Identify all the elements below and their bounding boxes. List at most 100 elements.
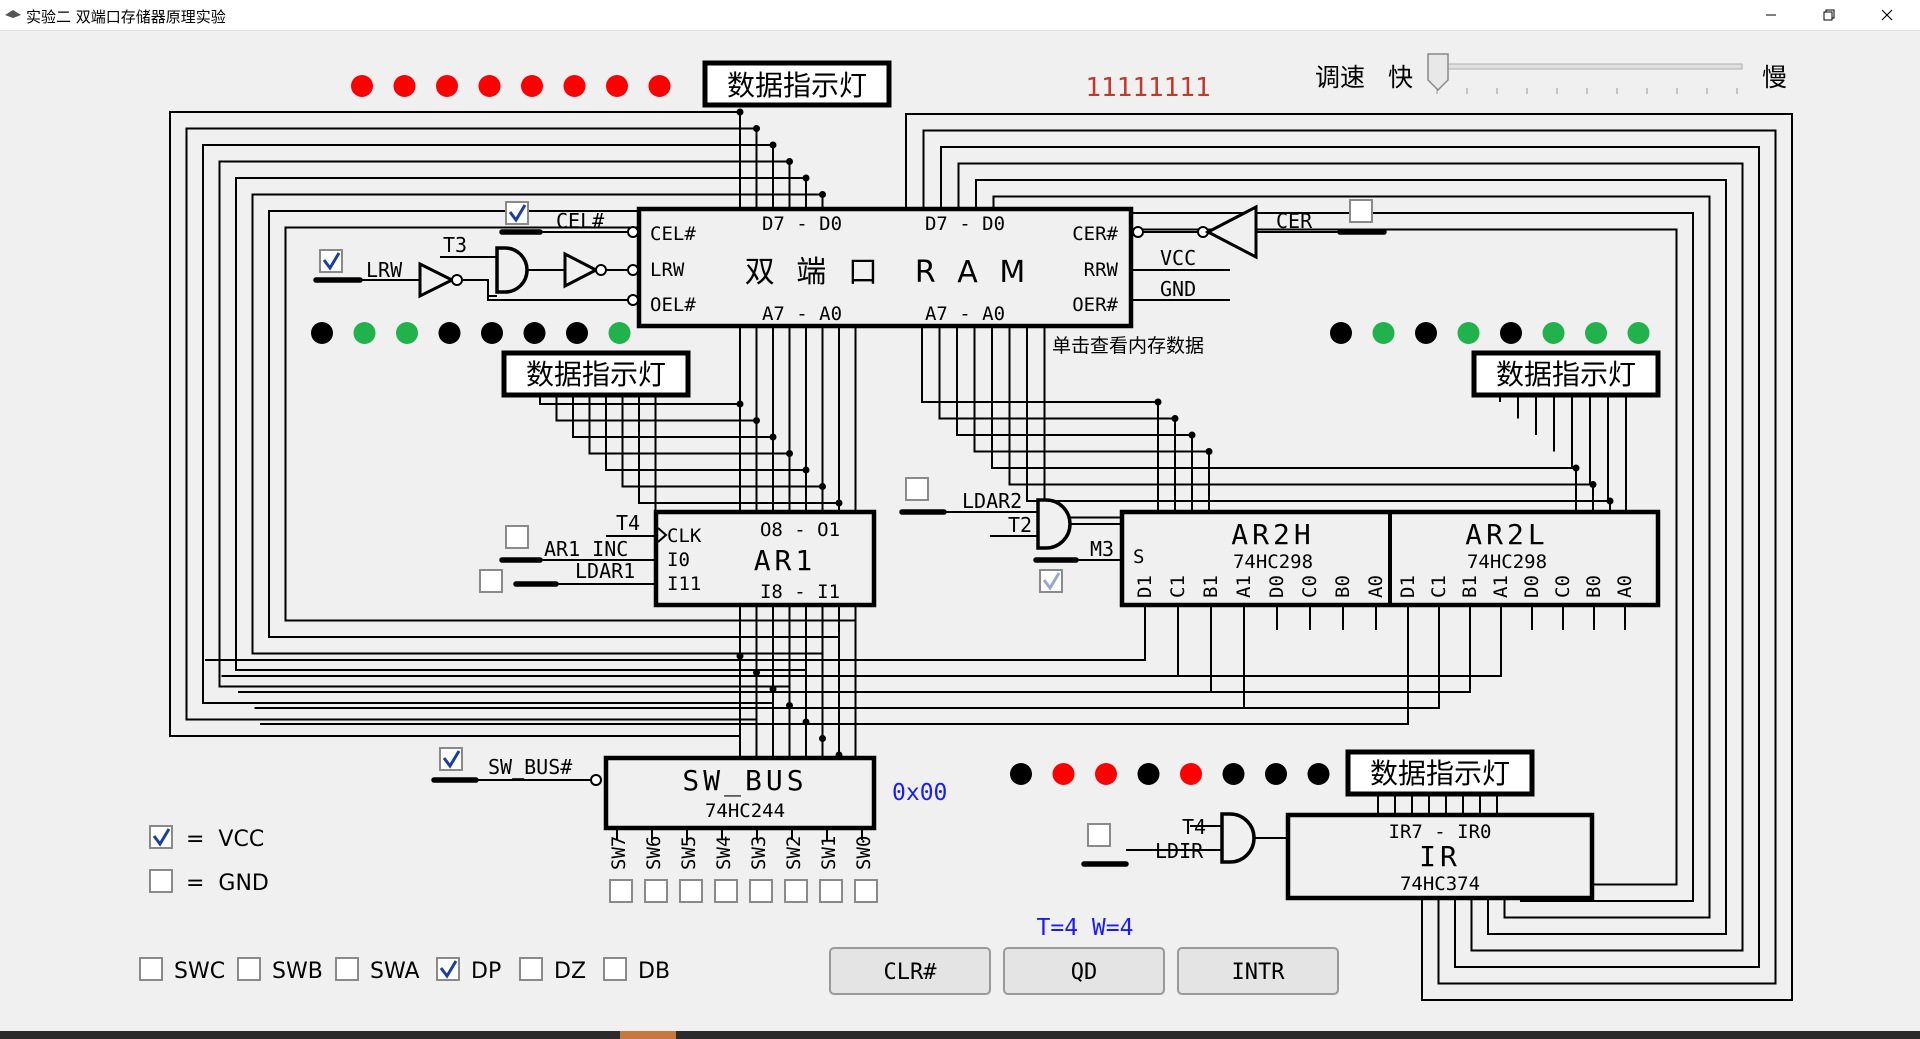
left-led-5 bbox=[396, 322, 418, 344]
switch-sw4-checkbox[interactable] bbox=[714, 879, 738, 903]
ar1-ldar1-checkbox[interactable] bbox=[479, 569, 503, 593]
right-led-4 bbox=[1457, 322, 1480, 344]
m3-checkbox[interactable] bbox=[1039, 569, 1063, 593]
lrw-checkbox[interactable] bbox=[319, 249, 343, 273]
taskbar-strip bbox=[0, 1031, 1920, 1039]
mode-swc-checkbox[interactable] bbox=[139, 957, 163, 981]
junction-dot bbox=[1171, 415, 1179, 422]
ar1-title: AR1 bbox=[754, 544, 817, 577]
junction-dot bbox=[786, 158, 793, 165]
junction-dot bbox=[1188, 431, 1196, 439]
close-icon bbox=[1881, 9, 1893, 21]
junction-dot bbox=[819, 483, 826, 490]
ir-led-6 bbox=[1052, 763, 1075, 785]
ar2-register[interactable]: S AR2H 74HC298 AR2L 74HC298 D1 D1 C1 C1 B1 B1… bbox=[1119, 509, 1661, 608]
ir-led-4 bbox=[1137, 763, 1160, 785]
ar2l-pin-a1: A1 bbox=[1490, 575, 1512, 598]
speed-slider-track bbox=[1429, 63, 1743, 70]
right-data-leds bbox=[1330, 322, 1650, 344]
ar1-i11-pin: I11 bbox=[667, 573, 701, 595]
sw-bus-control-label: SW_BUS# bbox=[488, 755, 572, 779]
intr-button-label: INTR bbox=[1232, 960, 1286, 985]
right-led-3 bbox=[1500, 322, 1522, 344]
bus-wire bbox=[205, 630, 1146, 661]
cel-checkbox[interactable] bbox=[505, 201, 529, 225]
switch-label-sw5: SW5 bbox=[678, 836, 700, 870]
title-bar: 实验二 双端口存储器原理实验 bbox=[0, 0, 1920, 31]
legend-vcc-checkbox[interactable] bbox=[149, 825, 173, 849]
ram-data-left-pins: D7 - D0 bbox=[762, 213, 842, 235]
mode-swc-label: SWC bbox=[174, 959, 225, 984]
dual-port-ram[interactable]: CEL# LRW OEL# CER# RRW OER# D7 - D0 D7 -… bbox=[636, 206, 1134, 329]
t3-label: T3 bbox=[443, 233, 467, 257]
top-led-3 bbox=[521, 75, 543, 97]
top-led-4 bbox=[478, 75, 501, 97]
bus-wire bbox=[572, 395, 773, 438]
switch-sw6-checkbox[interactable] bbox=[644, 879, 668, 903]
minimize-button[interactable] bbox=[1742, 0, 1800, 30]
right-led-6 bbox=[1372, 322, 1395, 344]
ar2h-pin-c1: C1 bbox=[1167, 575, 1189, 598]
ir-indicator-label: 数据指示灯 bbox=[1370, 757, 1510, 790]
mode-db-checkbox[interactable] bbox=[603, 957, 627, 981]
sw-bus-checkbox[interactable] bbox=[439, 747, 463, 771]
clr-button[interactable]: CLR# bbox=[829, 947, 991, 995]
bus-wire bbox=[621, 395, 823, 488]
intr-button[interactable]: INTR bbox=[1177, 947, 1339, 995]
left-led-2 bbox=[523, 322, 546, 344]
switch-sw5-checkbox[interactable] bbox=[679, 879, 703, 903]
cer-checkbox[interactable] bbox=[1349, 199, 1373, 223]
switch-sw3-checkbox[interactable] bbox=[749, 879, 773, 903]
top-led-7 bbox=[351, 75, 373, 97]
ram-hint[interactable]: 单击查看内存数据 bbox=[1052, 335, 1204, 357]
junction-dot bbox=[753, 417, 760, 424]
top-led-0 bbox=[648, 75, 671, 97]
right-indicator-label: 数据指示灯 bbox=[1496, 358, 1636, 391]
qd-button[interactable]: QD bbox=[1003, 947, 1165, 995]
restore-icon bbox=[1823, 9, 1835, 21]
ram-addr-left-pins: A7 - A0 bbox=[762, 303, 842, 325]
mode-swa-label: SWA bbox=[370, 959, 420, 984]
ir-register[interactable]: IR7 - IR0 IR 74HC374 bbox=[1285, 812, 1595, 901]
vcc-label: VCC bbox=[1160, 246, 1196, 270]
top-data-leds bbox=[351, 75, 671, 97]
junction-dot bbox=[753, 669, 760, 676]
speed-slow-label: 慢 bbox=[1762, 63, 1787, 92]
mode-swb-checkbox[interactable] bbox=[237, 957, 261, 981]
top-indicator-label: 数据指示灯 bbox=[727, 69, 867, 102]
switch-label-sw4: SW4 bbox=[713, 836, 735, 870]
left-led-4 bbox=[438, 322, 461, 344]
left-led-0 bbox=[608, 322, 631, 344]
legend-gnd-checkbox[interactable] bbox=[149, 869, 173, 893]
switch-sw2-checkbox[interactable] bbox=[784, 879, 808, 903]
ir-chip-label: 74HC374 bbox=[1400, 873, 1480, 895]
ar1-output-pins: O8 - O1 bbox=[760, 519, 840, 541]
speed-slider[interactable] bbox=[1427, 53, 1743, 94]
ldar2-checkbox[interactable] bbox=[905, 477, 929, 501]
ar1-inc-checkbox[interactable] bbox=[505, 525, 529, 549]
cer-label: CER bbox=[1276, 209, 1313, 233]
ar2h-pin-c0: C0 bbox=[1299, 575, 1321, 598]
ar2h-pin-a0: A0 bbox=[1365, 575, 1387, 598]
speed-slider-thumb[interactable] bbox=[1427, 53, 1449, 92]
mode-swa-checkbox[interactable] bbox=[335, 957, 359, 981]
ir-led-1 bbox=[1265, 763, 1287, 785]
sw-bus-buffer[interactable]: SW_BUS 74HC244 bbox=[603, 755, 877, 831]
mode-db-label: DB bbox=[638, 959, 670, 984]
switch-sw0-checkbox[interactable] bbox=[854, 879, 878, 903]
switch-sw7-checkbox[interactable] bbox=[609, 879, 633, 903]
mode-swb-label: SWB bbox=[272, 959, 323, 984]
junction-dot bbox=[753, 125, 760, 132]
close-button[interactable] bbox=[1858, 0, 1916, 30]
mode-dz-checkbox[interactable] bbox=[519, 957, 543, 981]
ram-cer-pin: CER# bbox=[1072, 223, 1118, 245]
switch-sw1-checkbox[interactable] bbox=[819, 879, 843, 903]
ldir-checkbox[interactable] bbox=[1087, 823, 1111, 847]
ar1-register[interactable]: CLK I0 I11 O8 - O1 AR1 I8 - I1 bbox=[653, 509, 877, 608]
junction-dot bbox=[769, 141, 777, 149]
maximize-button[interactable] bbox=[1800, 0, 1858, 30]
app-window: 实验二 双端口存储器原理实验 数据指示灯 11111111 调速 快 慢 CEL… bbox=[0, 0, 1920, 1039]
ar2l-pin-a0: A0 bbox=[1614, 575, 1636, 598]
sw-bus-value: 0x00 bbox=[892, 780, 947, 806]
ldir-label: LDIR bbox=[1155, 839, 1204, 863]
